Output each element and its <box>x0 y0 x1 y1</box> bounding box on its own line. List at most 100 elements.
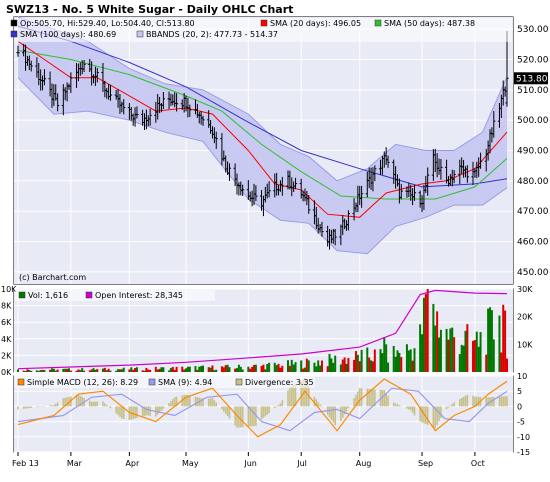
volume-bar <box>445 328 448 372</box>
volume-bar <box>266 364 269 372</box>
volume-bar <box>366 347 369 372</box>
divergence-bar <box>81 396 83 407</box>
volume-bar <box>75 370 78 372</box>
divergence-bar <box>215 402 218 407</box>
volume-bar <box>130 367 133 372</box>
volume-bar <box>294 362 297 372</box>
volume-bar <box>213 370 216 372</box>
volume-bar <box>307 360 310 372</box>
divergence-bar <box>262 406 265 418</box>
volume-bar <box>90 369 93 372</box>
divergence-bar <box>121 406 123 419</box>
volume-bar <box>477 346 480 372</box>
divergence-bar <box>277 404 280 407</box>
divergence-bar <box>279 403 282 407</box>
divergence-bar <box>421 406 423 423</box>
divergence-bar <box>213 400 216 407</box>
volume-bar <box>462 345 465 372</box>
x-axis-month-label: Jul <box>296 459 307 468</box>
volume-bar <box>145 367 148 372</box>
volume-bar <box>330 358 333 372</box>
volume-bar <box>194 366 197 372</box>
volume-bar <box>198 366 201 372</box>
divergence-bar <box>239 406 242 428</box>
volume-bar <box>371 361 374 372</box>
volume-tick-label: 0K <box>1 368 12 377</box>
volume-bar <box>421 334 424 372</box>
divergence-bar <box>340 406 342 422</box>
divergence-bar <box>226 406 229 417</box>
volume-bar <box>413 348 416 372</box>
divergence-bar <box>432 406 435 428</box>
legend-swatch-signal <box>148 378 156 386</box>
volume-bar <box>490 310 493 372</box>
divergence-bar <box>453 402 455 407</box>
volume-bar <box>264 369 267 372</box>
volume-bar <box>489 307 492 372</box>
divergence-bar <box>317 401 319 407</box>
volume-bar <box>209 367 212 372</box>
volume-bar <box>249 368 252 372</box>
volume-bar <box>105 370 108 372</box>
volume-bar <box>439 329 442 372</box>
volume-bar <box>281 365 284 372</box>
legend-macd-macd: Simple MACD (12, 26): 8.29 <box>27 378 138 387</box>
price-tick-label: 450.00 <box>517 268 549 278</box>
volume-bar <box>54 370 57 372</box>
volume-bar <box>247 366 250 372</box>
divergence-bar <box>105 404 108 407</box>
volume-bar <box>26 369 29 372</box>
volume-bar <box>185 368 188 372</box>
volume-bar <box>504 310 507 372</box>
x-axis-month-label: May <box>182 459 199 468</box>
volume-bar <box>396 350 399 372</box>
divergence-bar <box>451 403 454 407</box>
volume-bar <box>370 360 373 372</box>
divergence-bar <box>360 388 363 407</box>
divergence-bar <box>30 406 33 408</box>
volume-bar <box>79 370 82 372</box>
divergence-bar <box>260 406 263 420</box>
volume-bar <box>251 366 254 372</box>
volume-bar <box>305 358 308 372</box>
volume-bar <box>207 367 210 372</box>
divergence-bar <box>234 406 236 426</box>
legend-volume: Vol: 1,616 <box>28 291 68 300</box>
divergence-bar <box>502 396 505 407</box>
divergence-bar <box>345 406 348 412</box>
divergence-bar <box>447 406 450 408</box>
macd-tick-label: 10 <box>517 372 527 381</box>
volume-bar <box>156 369 159 372</box>
divergence-bar <box>440 406 442 418</box>
volume-bar <box>37 370 40 372</box>
x-axis-month-label: Sep <box>418 459 433 468</box>
volume-bar <box>343 357 346 372</box>
volume-bar <box>67 368 70 372</box>
volume-bar <box>143 370 146 372</box>
legend-ohlc: Op:505.70, Hi:529.40, Lo:504.40, Cl:513.… <box>20 19 195 28</box>
volume-bar <box>398 352 401 372</box>
volume-bar <box>183 369 186 372</box>
divergence-bar <box>147 406 150 416</box>
volume-bar <box>200 366 203 372</box>
volume-bar <box>77 369 80 372</box>
last-price-label: 513.80 <box>516 74 548 84</box>
volume-bar <box>405 344 408 372</box>
volume-bar <box>154 366 157 372</box>
volume-bar <box>447 339 450 372</box>
volume-bar <box>149 369 152 372</box>
volume-tick-label: 4K <box>1 335 12 344</box>
divergence-bar <box>449 405 452 407</box>
divergence-bar <box>149 406 151 416</box>
price-panel: 450.00 460.00 470.00 480.00 490.00 500.00 510.… <box>10 16 549 284</box>
divergence-bar <box>292 385 295 407</box>
macd-tick-label: 0 <box>517 402 522 411</box>
volume-bar <box>49 369 52 372</box>
volume-bar <box>196 369 199 372</box>
divergence-bar <box>281 400 284 407</box>
volume-bar <box>109 370 112 372</box>
volume-bar <box>360 349 363 372</box>
legend-bbands: BBANDS (20, 2): 477.73 - 514.37 <box>146 30 278 39</box>
divergence-bar <box>102 401 104 407</box>
volume-bar <box>315 366 318 372</box>
